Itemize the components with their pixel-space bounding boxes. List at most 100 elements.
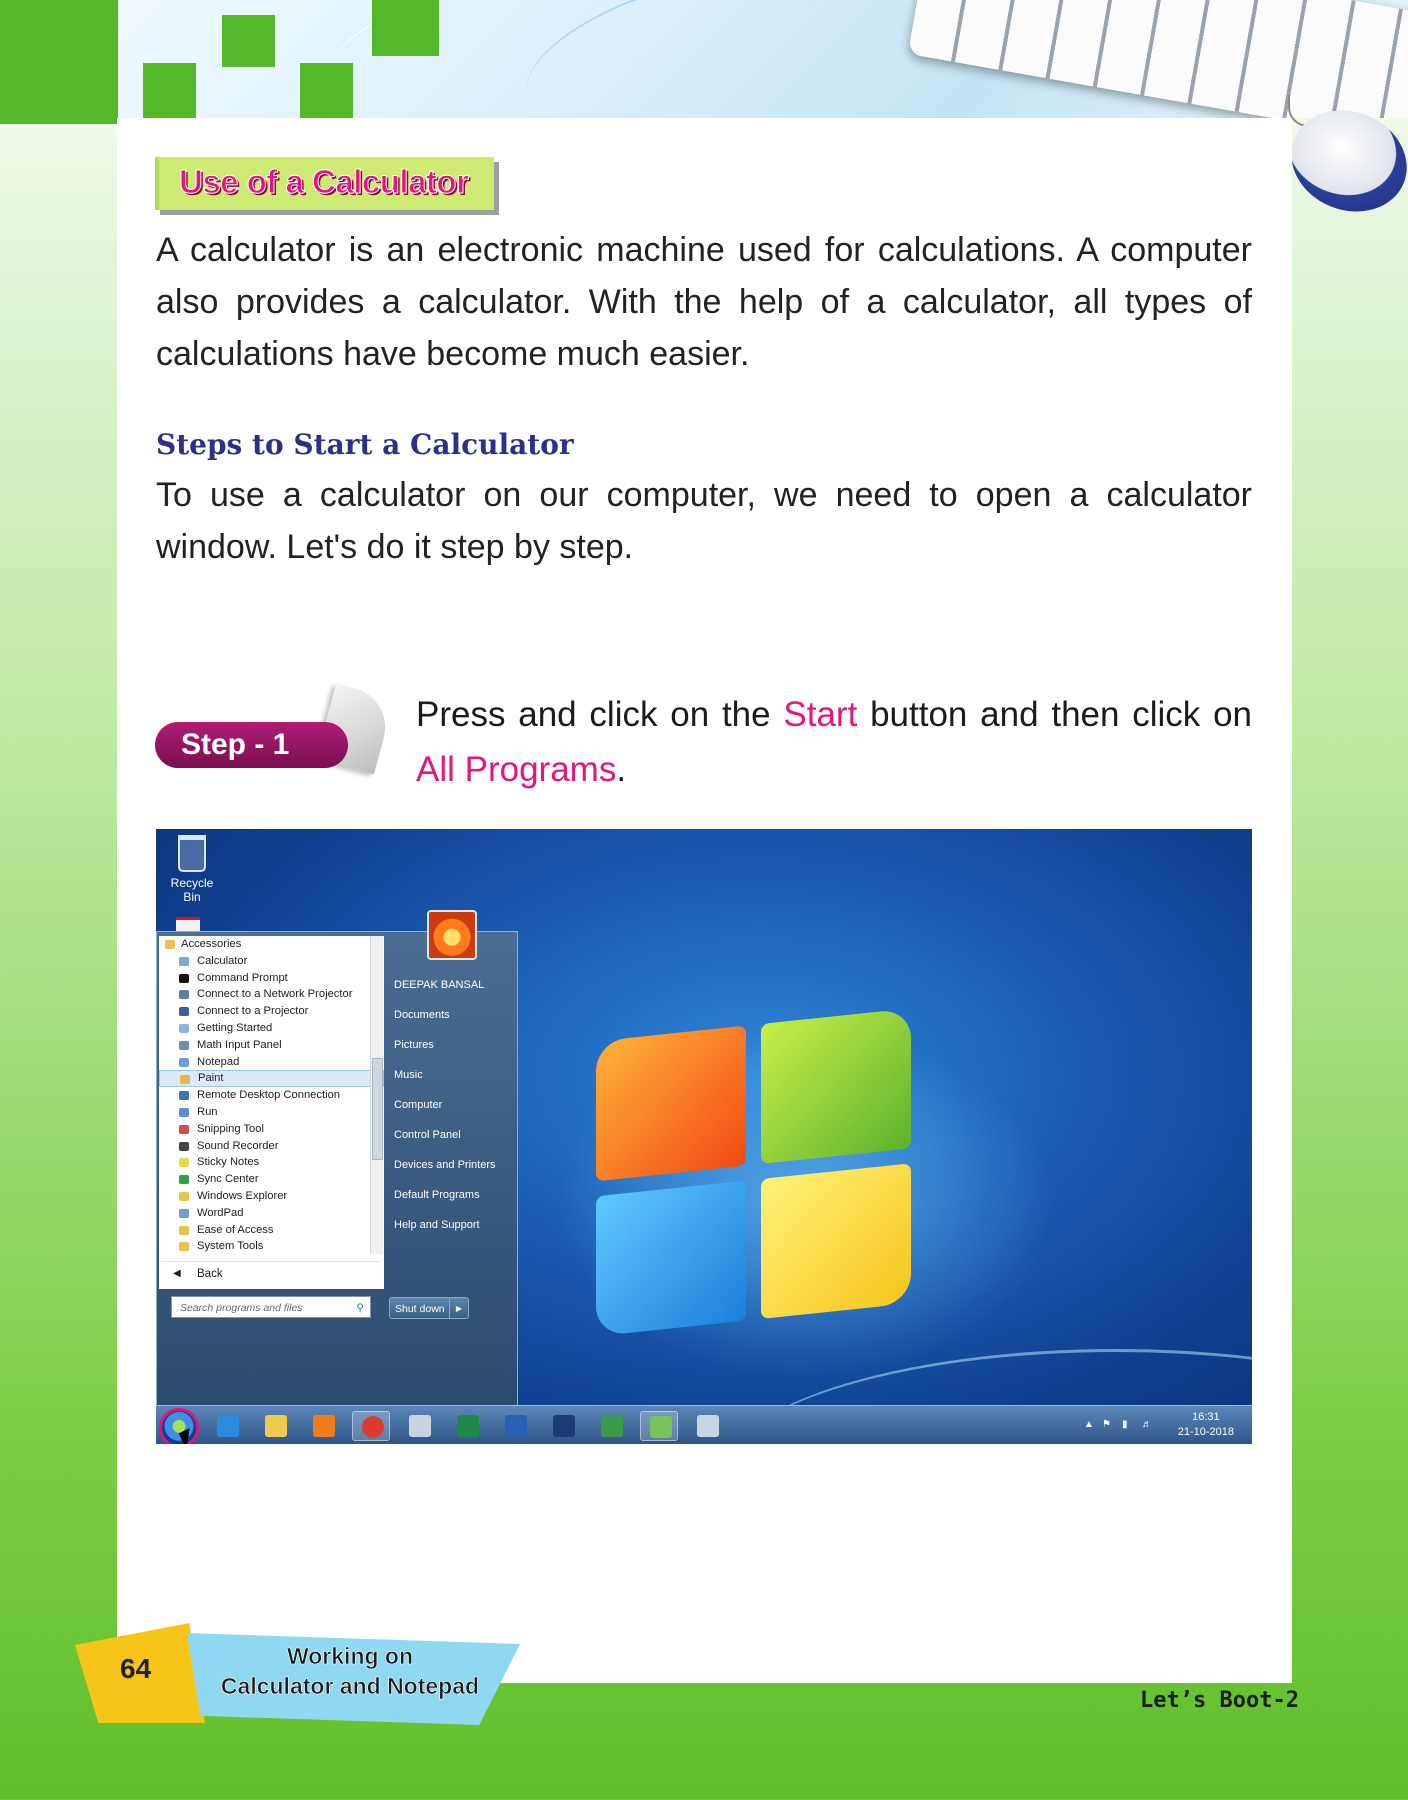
start-highlight: Start	[783, 695, 858, 734]
clock[interactable]: 16:31 21-10-2018	[1178, 1410, 1234, 1440]
accessories-folder[interactable]: Accessories	[159, 936, 384, 953]
program-icon	[179, 973, 189, 983]
taskbar-glyph	[313, 1415, 335, 1437]
search-programs-input[interactable]: Search programs and files ⚲	[171, 1296, 371, 1318]
media-player-icon[interactable]	[304, 1411, 342, 1441]
photoshop-icon[interactable]	[544, 1411, 582, 1441]
header-banner	[0, 0, 1408, 118]
program-item[interactable]: Snipping Tool	[159, 1121, 384, 1138]
program-item[interactable]: Notepad	[159, 1054, 384, 1071]
program-item[interactable]: Run	[159, 1104, 384, 1121]
program-label: Run	[197, 1105, 218, 1118]
program-item[interactable]: Getting Started	[159, 1020, 384, 1037]
program-icon	[179, 1091, 189, 1101]
section-title-badge: Use of a Calculator	[155, 157, 494, 210]
program-item[interactable]: Sync Center	[159, 1171, 384, 1188]
volume-icon[interactable]: ♬	[1142, 1419, 1152, 1430]
page-number: 64	[120, 1653, 152, 1684]
program-list-scrollbar[interactable]	[370, 936, 383, 1254]
program-label: Math Input Panel	[197, 1038, 282, 1051]
taskbar-glyph	[409, 1415, 431, 1437]
intro-paragraph: A calculator is an electronic machine us…	[156, 231, 1252, 373]
network-icon[interactable]: ▮	[1122, 1419, 1128, 1430]
internet-explorer-icon[interactable]	[208, 1411, 246, 1441]
program-icon	[179, 1023, 189, 1033]
folder-icon	[165, 940, 175, 949]
step-text: button and then click on	[857, 695, 1252, 734]
program-item[interactable]: Sound Recorder	[159, 1138, 384, 1155]
steps-heading: Steps to Start a Calculator	[156, 428, 574, 461]
paint-app-icon[interactable]	[592, 1411, 630, 1441]
airplane-icon[interactable]	[400, 1411, 438, 1441]
program-item[interactable]: Paint	[159, 1070, 384, 1088]
program-label: Sync Center	[197, 1173, 259, 1186]
windows-logo	[596, 1007, 926, 1342]
program-label: Connect to a Projector	[197, 1005, 309, 1018]
start-menu-link[interactable]: Documents	[389, 1000, 517, 1030]
start-menu-link[interactable]: DEEPAK BANSAL	[389, 970, 517, 1000]
flag-icon[interactable]: ⚑	[1102, 1419, 1111, 1430]
program-label: Sticky Notes	[197, 1156, 260, 1169]
program-label: Snipping Tool	[197, 1122, 264, 1135]
program-label: Remote Desktop Connection	[197, 1089, 341, 1102]
chapter-title-line1: Working on	[286, 1643, 414, 1670]
start-menu-link[interactable]: Devices and Printers	[389, 1150, 517, 1180]
program-item[interactable]: Command Prompt	[159, 970, 384, 987]
search-placeholder: Search programs and files	[180, 1302, 303, 1314]
taskbar-glyph	[601, 1415, 623, 1437]
program-icon	[179, 1242, 189, 1252]
taskbar: ▲ ⚑ ▮ ♬ 16:31 21-10-2018	[156, 1405, 1252, 1444]
start-menu-link[interactable]: Control Panel	[389, 1120, 517, 1150]
back-button[interactable]: Back	[161, 1261, 381, 1286]
program-item[interactable]: Calculator	[159, 953, 384, 970]
program-item[interactable]: Connect to a Projector	[159, 1003, 384, 1020]
step-text: Press and click on the	[416, 695, 784, 734]
folder-label: Accessories	[181, 938, 242, 950]
chrome-icon[interactable]	[352, 1411, 390, 1441]
app-icon[interactable]	[640, 1411, 678, 1441]
program-icon	[179, 1124, 189, 1134]
recycle-bin-label: Recycle Bin	[170, 876, 214, 904]
program-item[interactable]: System Tools	[159, 1238, 384, 1255]
taskbar-glyph	[505, 1415, 527, 1437]
start-menu-link[interactable]: Pictures	[389, 1030, 517, 1060]
start-menu-link[interactable]: Help and Support	[389, 1210, 517, 1240]
search-icon: ⚲	[356, 1302, 364, 1314]
program-item[interactable]: Windows Explorer	[159, 1188, 384, 1205]
shut-down-arrow-icon[interactable]: ▶	[449, 1298, 468, 1318]
green-square	[143, 63, 196, 118]
start-menu-link[interactable]: Default Programs	[389, 1180, 517, 1210]
program-icon	[179, 990, 189, 1000]
start-menu-link[interactable]: Computer	[389, 1090, 517, 1120]
recycle-bin-desktop-icon[interactable]: Recycle Bin	[162, 835, 222, 904]
show-hidden-icons-icon[interactable]: ▲	[1084, 1419, 1094, 1430]
program-label: Connect to a Network Projector	[197, 988, 353, 1001]
program-label: Sound Recorder	[197, 1139, 279, 1152]
program-list: Accessories Calculator Command Prompt Conn…	[159, 936, 384, 1255]
app2-icon[interactable]	[688, 1411, 726, 1441]
file-explorer-icon[interactable]	[256, 1411, 294, 1441]
program-item[interactable]: Connect to a Network Projector	[159, 986, 384, 1003]
program-item[interactable]: Remote Desktop Connection	[159, 1087, 384, 1104]
step-badge: Step - 1	[155, 722, 348, 768]
green-square	[222, 15, 275, 67]
program-icon	[179, 1057, 189, 1067]
word-icon[interactable]	[496, 1411, 534, 1441]
section-title: Use of a Calculator	[178, 163, 469, 201]
clock-time: 16:31	[1192, 1411, 1220, 1423]
shut-down-button[interactable]: Shut down ▶	[389, 1297, 469, 1319]
taskbar-glyph	[553, 1415, 575, 1437]
step-text: .	[616, 750, 627, 789]
chapter-tag: Working on Calculator and Notepad	[186, 1633, 520, 1725]
recycle-bin-icon	[178, 835, 206, 872]
program-label: Command Prompt	[197, 971, 288, 984]
program-item[interactable]: WordPad	[159, 1205, 384, 1222]
program-label: Ease of Access	[197, 1223, 274, 1236]
program-item[interactable]: Ease of Access	[159, 1222, 384, 1239]
start-menu-link[interactable]: Music	[389, 1060, 517, 1090]
excel-icon[interactable]	[448, 1411, 486, 1441]
program-item[interactable]: Sticky Notes	[159, 1154, 384, 1171]
program-icon	[179, 1225, 189, 1235]
scrollbar-thumb[interactable]	[372, 1058, 383, 1160]
program-item[interactable]: Math Input Panel	[159, 1037, 384, 1054]
